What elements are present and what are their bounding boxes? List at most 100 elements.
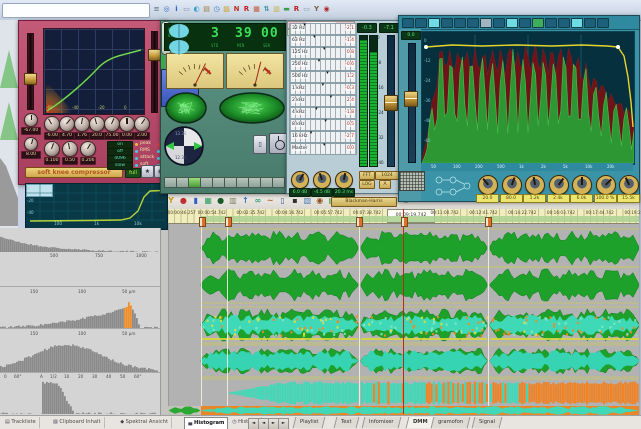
mb-knob-1[interactable] [313,171,331,189]
timeline-marker-0[interactable] [199,217,206,227]
band-row-3[interactable]: 250 Hz-0.6▾ [289,59,357,71]
track-toolbar-icon-7[interactable]: ∞ [252,194,264,207]
comp-knob-r1-3[interactable] [89,116,105,132]
side-knob-2[interactable] [24,137,38,151]
timeline-marker-3[interactable] [401,217,408,227]
option-dot[interactable] [135,150,138,153]
project-tab-infomixer[interactable]: Infomixer [361,417,400,428]
band-row-8[interactable]: 8 kHz0.5▾ [289,119,357,131]
option-dot[interactable] [135,143,138,146]
band-row-10[interactable]: Master0.0▾ [289,143,357,155]
toolbar-icon-12[interactable]: ▥ [272,2,281,17]
toolbar-icon-3[interactable]: ▭ [182,2,191,17]
spectrum-toolbar-button-3[interactable] [441,18,453,28]
timeline-marker-2[interactable] [356,217,363,227]
band-row-7[interactable]: 4 kHz-1.8▾ [289,107,357,119]
toolbar-icon-14[interactable]: R [292,2,301,17]
mb-knob-2[interactable] [335,171,353,189]
track-canvas[interactable] [161,223,639,415]
toolbar-icon-13[interactable]: ▬ [282,2,291,17]
mic-button[interactable]: ▯ [253,135,267,154]
band-row-2[interactable]: 125 Hz0.8▾ [289,47,357,59]
toolbar-icon-2[interactable]: i [172,2,181,17]
timeline-marker-4[interactable] [485,217,492,227]
spectrum-toolbar-button-11[interactable] [545,18,557,28]
comp-knob-r1-4[interactable] [104,116,120,132]
playhead[interactable] [403,209,404,414]
spectrum-fader-handle[interactable] [404,91,418,107]
spectrum-toolbar-button-9[interactable] [519,18,531,28]
comp-knob-r1-6[interactable] [134,116,150,132]
timeline-ruler[interactable]: 00:09:19.742 -00:00:46.25700:00:54.74200… [161,209,639,224]
project-tab-text[interactable]: Text [334,417,359,428]
toolbar-icon-17[interactable]: ◉ [322,2,331,17]
project-tab-signal[interactable]: Signal [471,417,502,428]
option-dot[interactable] [135,164,138,167]
toolbar-icon-7[interactable]: ▨ [222,2,231,17]
spectrum-toolbar-button-15[interactable] [597,18,609,28]
fft-window-function-button[interactable]: Blackman-Harris [331,197,397,207]
spectrum-toolbar-button-14[interactable] [584,18,596,28]
docker-tab-trackliste[interactable]: ▤ Trackliste [2,417,40,428]
track-toolbar-icon-5[interactable]: ▥ [227,194,239,207]
spectrum-toolbar-button-4[interactable] [454,18,466,28]
side-knob-1[interactable] [24,113,38,127]
spectrum-toolbar-button-8[interactable] [506,18,518,28]
output-slider-track[interactable] [151,31,158,113]
spectrum-toolbar-button-7[interactable] [493,18,505,28]
mb-fader-handle[interactable] [384,95,398,111]
toolbar-icon-10[interactable]: ▦ [252,2,261,17]
docker-tab-spektral-ansicht[interactable]: ◆ Spektral Ansicht [117,417,172,428]
spectrum-toolbar-button-10[interactable] [532,18,544,28]
spectrum-knob-6[interactable] [619,175,639,195]
toolbar-icon-16[interactable]: Y [312,2,321,17]
spectrum-knob-0[interactable] [478,175,498,195]
track-toolbar-icon-8[interactable]: ~ [264,194,276,207]
input-slider-track[interactable] [27,33,34,110]
spectrum-toolbar-button-2[interactable] [428,18,440,28]
comp-knob-r1-5[interactable] [119,116,135,132]
band-row-5[interactable]: 1 kHz-0.3▾ [289,83,357,95]
spectrum-toolbar-button-12[interactable] [558,18,570,28]
track-toolbar-icon-2[interactable]: ▮ [190,194,202,207]
toolbar-icon-6[interactable]: ◷ [212,2,221,17]
preset-star-button[interactable]: ★ [141,165,154,178]
toolbar-icon-4[interactable]: ◐ [192,2,201,17]
mb-knob-0[interactable] [291,171,309,189]
comp-knob-r1-2[interactable] [74,116,90,132]
spectrum-toolbar-button-13[interactable] [571,18,583,28]
fft-button-FFT[interactable]: FFT [359,171,375,180]
toolbar-icon-5[interactable]: ▤ [202,2,211,17]
spectrum-toolbar-button-0[interactable] [402,18,414,28]
input-slider-handle[interactable] [24,73,37,85]
toolbar-icon-15[interactable]: ▭ [302,2,311,17]
comp-knob-r2-1[interactable] [62,141,78,157]
band-row-0[interactable]: 32 Hz-2.1▾ [289,23,357,35]
spectrum-knob-3[interactable] [549,175,569,195]
spectrum-toolbar-button-1[interactable] [415,18,427,28]
toolbar-icon-0[interactable]: ≡ [152,2,161,17]
band-row-6[interactable]: 2 kHz2.4▾ [289,95,357,107]
tab-nav-button-3[interactable]: ► [278,418,289,429]
track-toolbar-icon-9[interactable]: ▯ [277,194,289,207]
comp-knob-r1-0[interactable] [44,116,60,132]
project-tab-playlist[interactable]: Playlist [293,417,326,428]
spectrum-toolbar-button-5[interactable] [467,18,479,28]
fft-button-1024[interactable]: 1024 [375,171,399,180]
spectrum-knob-4[interactable] [572,175,592,195]
track-toolbar-icon-6[interactable]: ↑ [239,194,251,207]
fft-button-LOG[interactable]: LOG [359,180,375,189]
track-toolbar-icon-4[interactable]: ● [215,194,227,207]
vu-toolbar-button-9[interactable] [272,177,285,188]
docker-tab-clipboard-inhalt[interactable]: ▨ Clipboard Inhalt [50,417,105,428]
toolbar-icon-9[interactable]: R [242,2,251,17]
spectrum-knob-1[interactable] [502,175,522,195]
project-tab-gramofon[interactable]: gramofon [430,417,470,428]
toolbar-icon-1[interactable]: ◎ [162,2,171,17]
option-dot[interactable] [135,157,138,160]
docker-tab-histogram[interactable]: ▄ Histogram [184,417,228,429]
fft-button-A[interactable]: A [379,180,391,189]
track-toolbar-icon-3[interactable]: ▦ [202,194,214,207]
spectrum-toolbar-button-6[interactable] [480,18,492,28]
comp-knob-r2-0[interactable] [44,141,60,157]
